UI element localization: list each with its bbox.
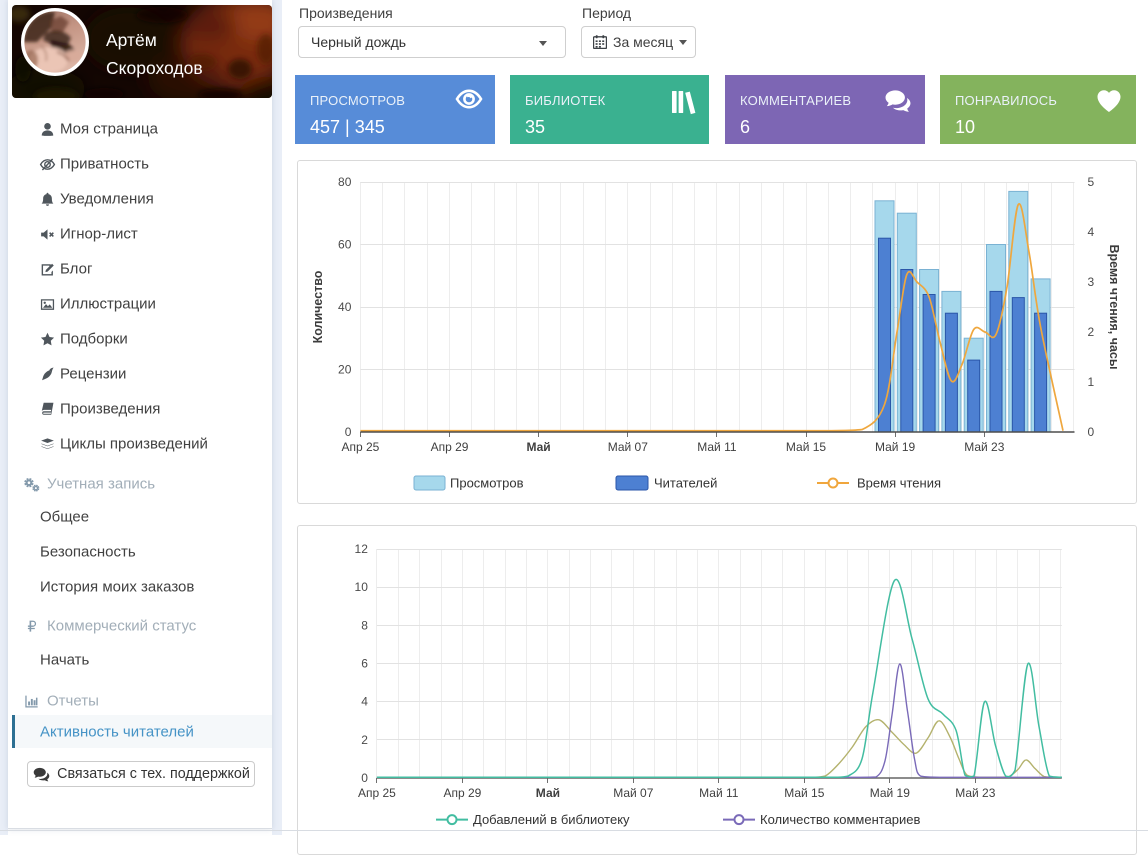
- svg-text:Время чтения: Время чтения: [857, 476, 941, 491]
- svg-text:Апр 25: Апр 25: [341, 440, 379, 454]
- svg-text:Май: Май: [526, 440, 550, 454]
- svg-text:10: 10: [355, 580, 369, 594]
- svg-text:Апр 25: Апр 25: [358, 786, 396, 800]
- svg-text:60: 60: [338, 238, 352, 252]
- svg-text:Май 11: Май 11: [697, 440, 737, 454]
- svg-text:Добавлений в библиотеку: Добавлений в библиотеку: [473, 812, 630, 827]
- svg-text:Май 07: Май 07: [608, 440, 649, 454]
- svg-text:Апр 29: Апр 29: [431, 440, 469, 454]
- svg-text:4: 4: [361, 695, 368, 709]
- svg-text:Май 23: Май 23: [955, 786, 996, 800]
- svg-text:Май 19: Май 19: [870, 786, 911, 800]
- svg-text:Май: Май: [536, 786, 560, 800]
- svg-text:1: 1: [1088, 375, 1095, 389]
- svg-text:2: 2: [361, 733, 368, 747]
- svg-text:2: 2: [1088, 325, 1095, 339]
- svg-text:Май 11: Май 11: [699, 786, 739, 800]
- svg-text:Апр 29: Апр 29: [443, 786, 481, 800]
- svg-text:Просмотров: Просмотров: [450, 476, 524, 491]
- svg-text:0: 0: [345, 425, 352, 439]
- svg-text:0: 0: [361, 771, 368, 785]
- svg-text:3: 3: [1088, 275, 1095, 289]
- svg-text:Май 07: Май 07: [613, 786, 654, 800]
- svg-text:Время чтения, часы: Время чтения, часы: [1107, 244, 1121, 369]
- svg-text:40: 40: [338, 300, 352, 314]
- svg-text:Май 15: Май 15: [786, 440, 827, 454]
- svg-text:Количество комментариев: Количество комментариев: [760, 812, 921, 827]
- svg-text:Май 23: Май 23: [964, 440, 1005, 454]
- svg-text:4: 4: [1088, 225, 1095, 239]
- svg-text:Количество: Количество: [311, 270, 325, 343]
- svg-text:Читателей: Читателей: [654, 476, 717, 491]
- svg-text:Май 15: Май 15: [784, 786, 825, 800]
- svg-text:5: 5: [1088, 175, 1095, 189]
- svg-text:80: 80: [338, 175, 352, 189]
- svg-text:8: 8: [361, 618, 368, 632]
- svg-text:20: 20: [338, 363, 352, 377]
- svg-text:Май 19: Май 19: [875, 440, 916, 454]
- svg-text:12: 12: [355, 542, 369, 556]
- svg-text:0: 0: [1088, 425, 1095, 439]
- svg-text:6: 6: [361, 657, 368, 671]
